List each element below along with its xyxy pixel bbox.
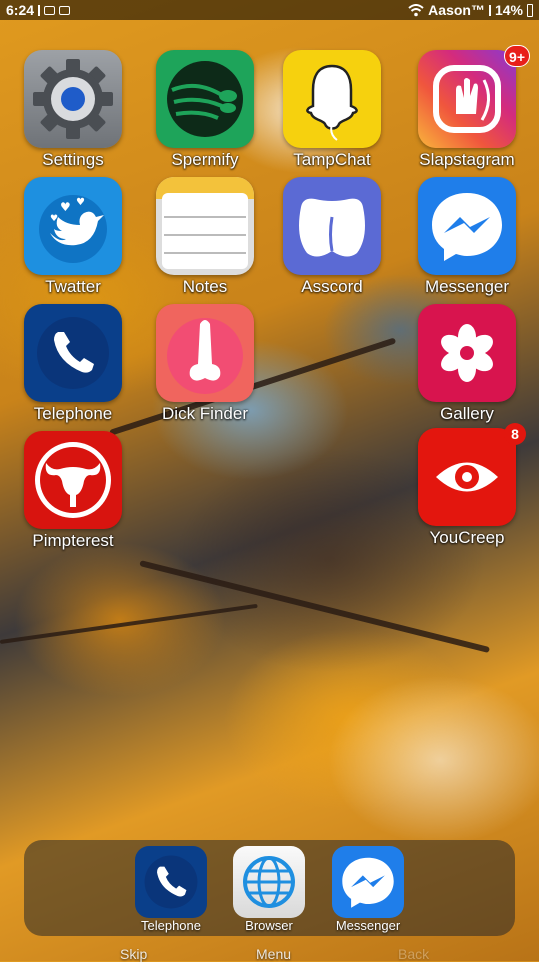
menu-button[interactable]: Menu [256,946,291,962]
carrier-name: Aason™ [428,2,485,18]
dock: Telephone Browser Messenger [24,840,515,936]
app-messenger[interactable]: Messenger [402,177,532,297]
lightning-bubble-icon [332,846,404,918]
tampon-ghost-icon [283,50,381,148]
notification-badge: 8 [504,423,526,445]
skip-button[interactable]: Skip [120,946,147,962]
app-label: Notes [182,277,228,296]
navigation-bar: Skip Menu Back [0,944,539,962]
wallpaper-branch [139,560,491,654]
hand-icon [418,50,516,148]
app-label: Gallery [440,404,494,423]
battery-level: 14% [494,2,523,18]
phone-icon [24,304,122,402]
app-label: Asscord [301,277,363,296]
notification-badge: 9+ [504,45,530,67]
app-label: Slapstagram [419,150,515,169]
app-label: TampChat [293,150,371,169]
flower-icon [418,304,516,402]
app-label: Dick Finder [162,404,248,423]
app-label: Spermify [171,150,239,169]
app-pimpterest[interactable]: Pimpterest [8,431,138,551]
app-label: Settings [42,150,104,169]
app-twatter[interactable]: ♥ ♥ ♥ Twatter [8,177,138,297]
lightning-bubble-icon [418,177,516,275]
dock-app-telephone[interactable]: Telephone [126,846,216,933]
back-button[interactable]: Back [398,946,429,962]
clock: 6:24 [6,2,35,18]
uterus-icon [24,431,122,529]
dock-label: Telephone [141,918,201,933]
sperm-icon [156,50,254,148]
app-tampchat[interactable]: TampChat [267,50,397,170]
app-dick-finder[interactable]: Dick Finder [140,304,270,424]
svg-text:♥: ♥ [60,200,71,214]
app-slapstagram[interactable]: 9+ Slapstagram [402,45,532,170]
dock-app-browser[interactable]: Browser [224,846,314,933]
globe-icon [233,846,305,918]
app-label: YouCreep [429,528,505,547]
status-bar: 6:24 Aason™ 14% [0,0,539,20]
battery-icon [527,3,533,17]
app-asscord[interactable]: Asscord [267,177,397,297]
wifi-icon [408,3,424,17]
app-label: Twatter [45,277,101,296]
image-notification-icon [59,5,71,15]
eye-icon [418,428,516,526]
app-telephone[interactable]: Telephone [8,304,138,424]
signal-icon [488,4,491,16]
phone-icon [135,846,207,918]
app-youcreep[interactable]: 8 YouCreep [402,423,532,548]
eye-notification-icon [44,5,56,15]
wallpaper-branch [0,603,258,644]
app-label: Pimpterest [32,531,114,550]
butt-icon [283,177,381,275]
gear-icon [24,50,122,148]
app-notes[interactable]: Notes [140,177,270,297]
notepad-icon [156,177,254,275]
app-spermify[interactable]: Spermify [140,50,270,170]
app-label: Telephone [33,404,113,423]
dock-label: Browser [245,918,293,933]
dock-label: Messenger [335,918,401,933]
svg-text:♥: ♥ [50,214,58,224]
phallus-icon [156,304,254,402]
svg-text:♥: ♥ [76,197,85,208]
app-label: Messenger [424,277,510,296]
separator-icon [38,4,41,16]
dock-app-messenger[interactable]: Messenger [323,846,413,933]
app-gallery[interactable]: Gallery [402,304,532,424]
app-settings[interactable]: Settings [8,50,138,170]
bird-icon: ♥ ♥ ♥ [24,177,122,275]
